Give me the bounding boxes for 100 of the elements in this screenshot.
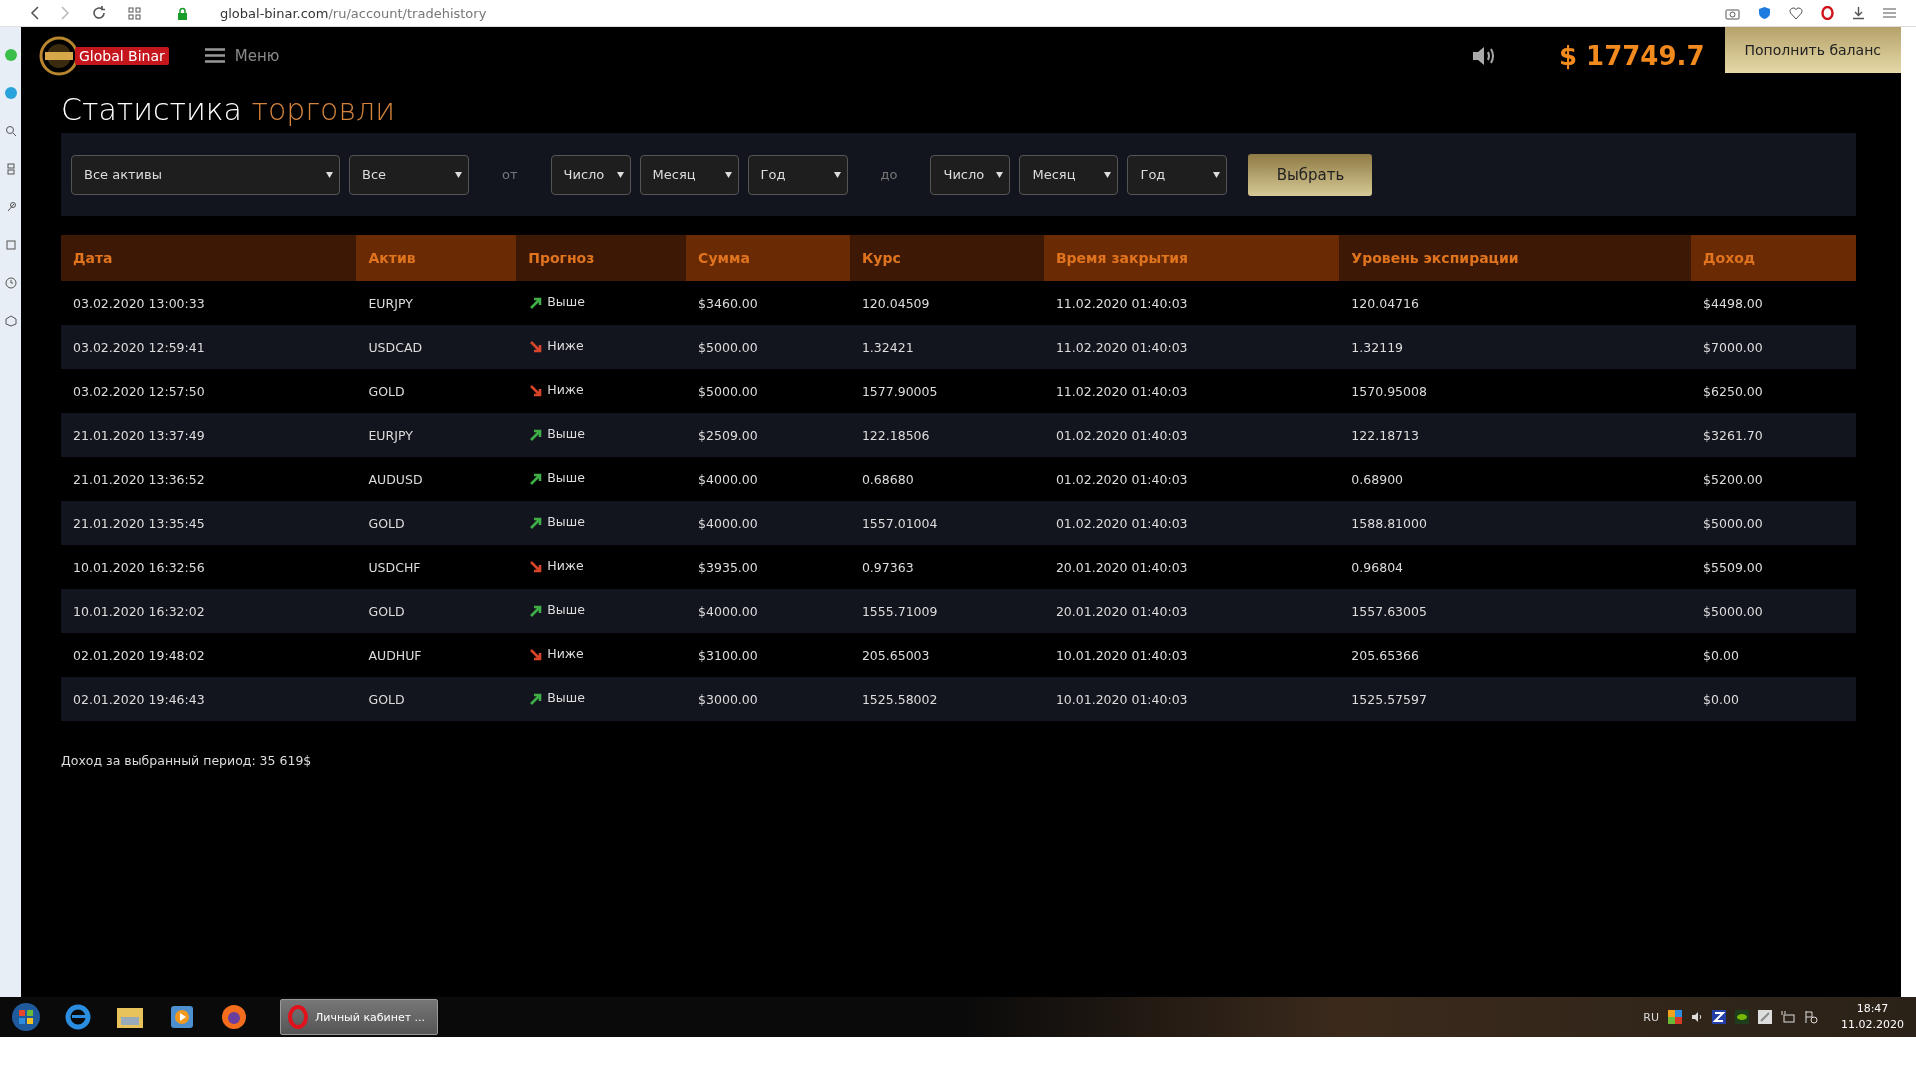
- table-cell: 120.04716: [1351, 295, 1419, 311]
- column-header[interactable]: Дата: [61, 235, 357, 281]
- table-cell: GOLD: [368, 603, 405, 619]
- type-dropdown[interactable]: Все: [349, 154, 469, 195]
- table-cell: 1588.81000: [1351, 515, 1427, 531]
- caret-icon: [996, 171, 1004, 178]
- z-app-icon[interactable]: [1712, 1010, 1726, 1024]
- table-cell: 01.02.2020 01:40:03: [1055, 471, 1188, 487]
- grid-icon[interactable]: [128, 6, 141, 20]
- caret-icon: [455, 171, 462, 178]
- cube-icon[interactable]: [4, 315, 17, 327]
- table-cell: $5000.00: [1703, 515, 1763, 531]
- camera-icon[interactable]: [1725, 6, 1740, 20]
- table-cell: 01.02.2020 01:40:03: [1055, 427, 1188, 443]
- forecast-cell: Выше: [528, 294, 585, 310]
- table-cell: $5000.00: [698, 339, 758, 355]
- month-dropdown[interactable]: Месяц: [639, 154, 739, 195]
- clock-date[interactable]: 11.02.2020: [1841, 1017, 1904, 1033]
- column-header[interactable]: Прогноз: [516, 235, 687, 281]
- year-dropdown[interactable]: Год: [747, 154, 848, 195]
- table-cell: $3000.00: [698, 691, 758, 707]
- table-cell: 1577.90005: [861, 383, 938, 399]
- caret-icon: [724, 171, 732, 178]
- table-cell: 1555.71009: [861, 603, 938, 619]
- table-cell: 10.01.2020 01:40:03: [1055, 647, 1188, 663]
- to-label: до: [880, 167, 898, 182]
- media-player-icon[interactable]: [170, 1005, 194, 1029]
- column-header[interactable]: Курс: [849, 235, 1044, 281]
- table-cell: USDCHF: [368, 559, 421, 575]
- fox-browser-icon[interactable]: [220, 1003, 248, 1031]
- table-cell: $3935.00: [698, 559, 758, 575]
- volume-icon[interactable]: [1691, 1011, 1703, 1023]
- table-cell: $4498.00: [1703, 295, 1763, 311]
- deposit-button[interactable]: Пополнить баланс: [1724, 27, 1901, 73]
- from-label: от: [502, 167, 518, 182]
- table-cell: $4000.00: [698, 603, 758, 619]
- table-cell: $0.00: [1703, 691, 1739, 707]
- table-cell: $3460.00: [698, 295, 758, 311]
- apps-icon[interactable]: [5, 163, 16, 175]
- language-indicator[interactable]: RU: [1643, 1010, 1659, 1024]
- table-cell: $0.00: [1703, 647, 1739, 663]
- period-income-text: Доход за выбранный период: 35 619$: [61, 753, 313, 768]
- table-cell: 03.02.2020 12:59:41: [73, 339, 205, 355]
- search-icon[interactable]: [4, 125, 17, 137]
- clock-icon[interactable]: [4, 277, 17, 289]
- day-dropdown[interactable]: Число: [930, 154, 1011, 195]
- shield-icon[interactable]: [1758, 6, 1771, 20]
- start-icon[interactable]: [11, 1002, 41, 1032]
- year-dropdown[interactable]: Год: [1127, 154, 1228, 195]
- table-cell: EURJPY: [368, 427, 413, 443]
- month-dropdown[interactable]: Месяц: [1019, 154, 1119, 195]
- forecast-cell: Выше: [528, 602, 585, 618]
- asset-dropdown[interactable]: Все активы: [71, 154, 340, 195]
- table-cell: GOLD: [368, 691, 405, 707]
- day-dropdown[interactable]: Число: [550, 154, 631, 195]
- table-cell: 122.18713: [1351, 427, 1419, 443]
- table-cell: 11.02.2020 01:40:03: [1055, 383, 1188, 399]
- table-cell: $5509.00: [1703, 559, 1763, 575]
- table-cell: 11.02.2020 01:40:03: [1055, 295, 1188, 311]
- table-cell: 21.01.2020 13:35:45: [73, 515, 205, 531]
- table-cell: 205.65366: [1351, 647, 1419, 663]
- forecast-cell: Ниже: [528, 646, 584, 662]
- column-header[interactable]: Уровень экспирации: [1339, 235, 1692, 281]
- arrow-down-icon: [528, 338, 543, 353]
- caret-icon: [616, 171, 624, 178]
- table-cell: $5000.00: [1703, 603, 1763, 619]
- clock-time[interactable]: 18:47: [1856, 1001, 1889, 1017]
- table-cell: 0.96804: [1351, 559, 1404, 575]
- table-cell: 03.02.2020 12:57:50: [73, 383, 205, 399]
- back-icon[interactable]: [30, 6, 39, 20]
- table-cell: 205.65003: [861, 647, 930, 663]
- eye-icon[interactable]: [1735, 1010, 1749, 1024]
- menu-button[interactable]: Меню: [198, 45, 286, 66]
- table-cell: 21.01.2020 13:37:49: [73, 427, 205, 443]
- browser-e-icon[interactable]: [64, 1003, 92, 1031]
- opera-icon[interactable]: [1821, 6, 1834, 20]
- table-cell: 10.01.2020 16:32:56: [73, 559, 205, 575]
- caret-icon: [1213, 171, 1221, 178]
- table-cell: 1557.63005: [1351, 603, 1427, 619]
- download-icon[interactable]: [1852, 6, 1865, 20]
- table-cell: $7000.00: [1703, 339, 1763, 355]
- table-cell: USDCAD: [368, 339, 423, 355]
- table-cell: 122.18506: [861, 427, 930, 443]
- table-cell: 03.02.2020 13:00:33: [73, 295, 205, 311]
- table-cell: 1.32421: [861, 339, 914, 355]
- table-cell: 0.68680: [861, 471, 914, 487]
- folder-icon[interactable]: [116, 1005, 144, 1029]
- table-cell: 1525.57597: [1351, 691, 1427, 707]
- reload-icon[interactable]: [92, 6, 106, 20]
- table-cell: 21.01.2020 13:36:52: [73, 471, 205, 487]
- opera-icon: [287, 1005, 309, 1029]
- table-cell: $6250.00: [1703, 383, 1763, 399]
- page-title: Статистика торговли: [61, 92, 396, 127]
- table-cell: 10.01.2020 16:32:02: [73, 603, 205, 619]
- taskbar-window-button[interactable]: Личный кабинет ...: [280, 999, 438, 1035]
- table-cell: 1570.95008: [1351, 383, 1427, 399]
- network-icon[interactable]: [1781, 1010, 1795, 1024]
- address-bar[interactable]: global-binar.com/ru/account/tradehistory: [220, 5, 487, 21]
- select-button[interactable]: Выбрать: [1248, 153, 1373, 196]
- news-icon[interactable]: [5, 239, 16, 251]
